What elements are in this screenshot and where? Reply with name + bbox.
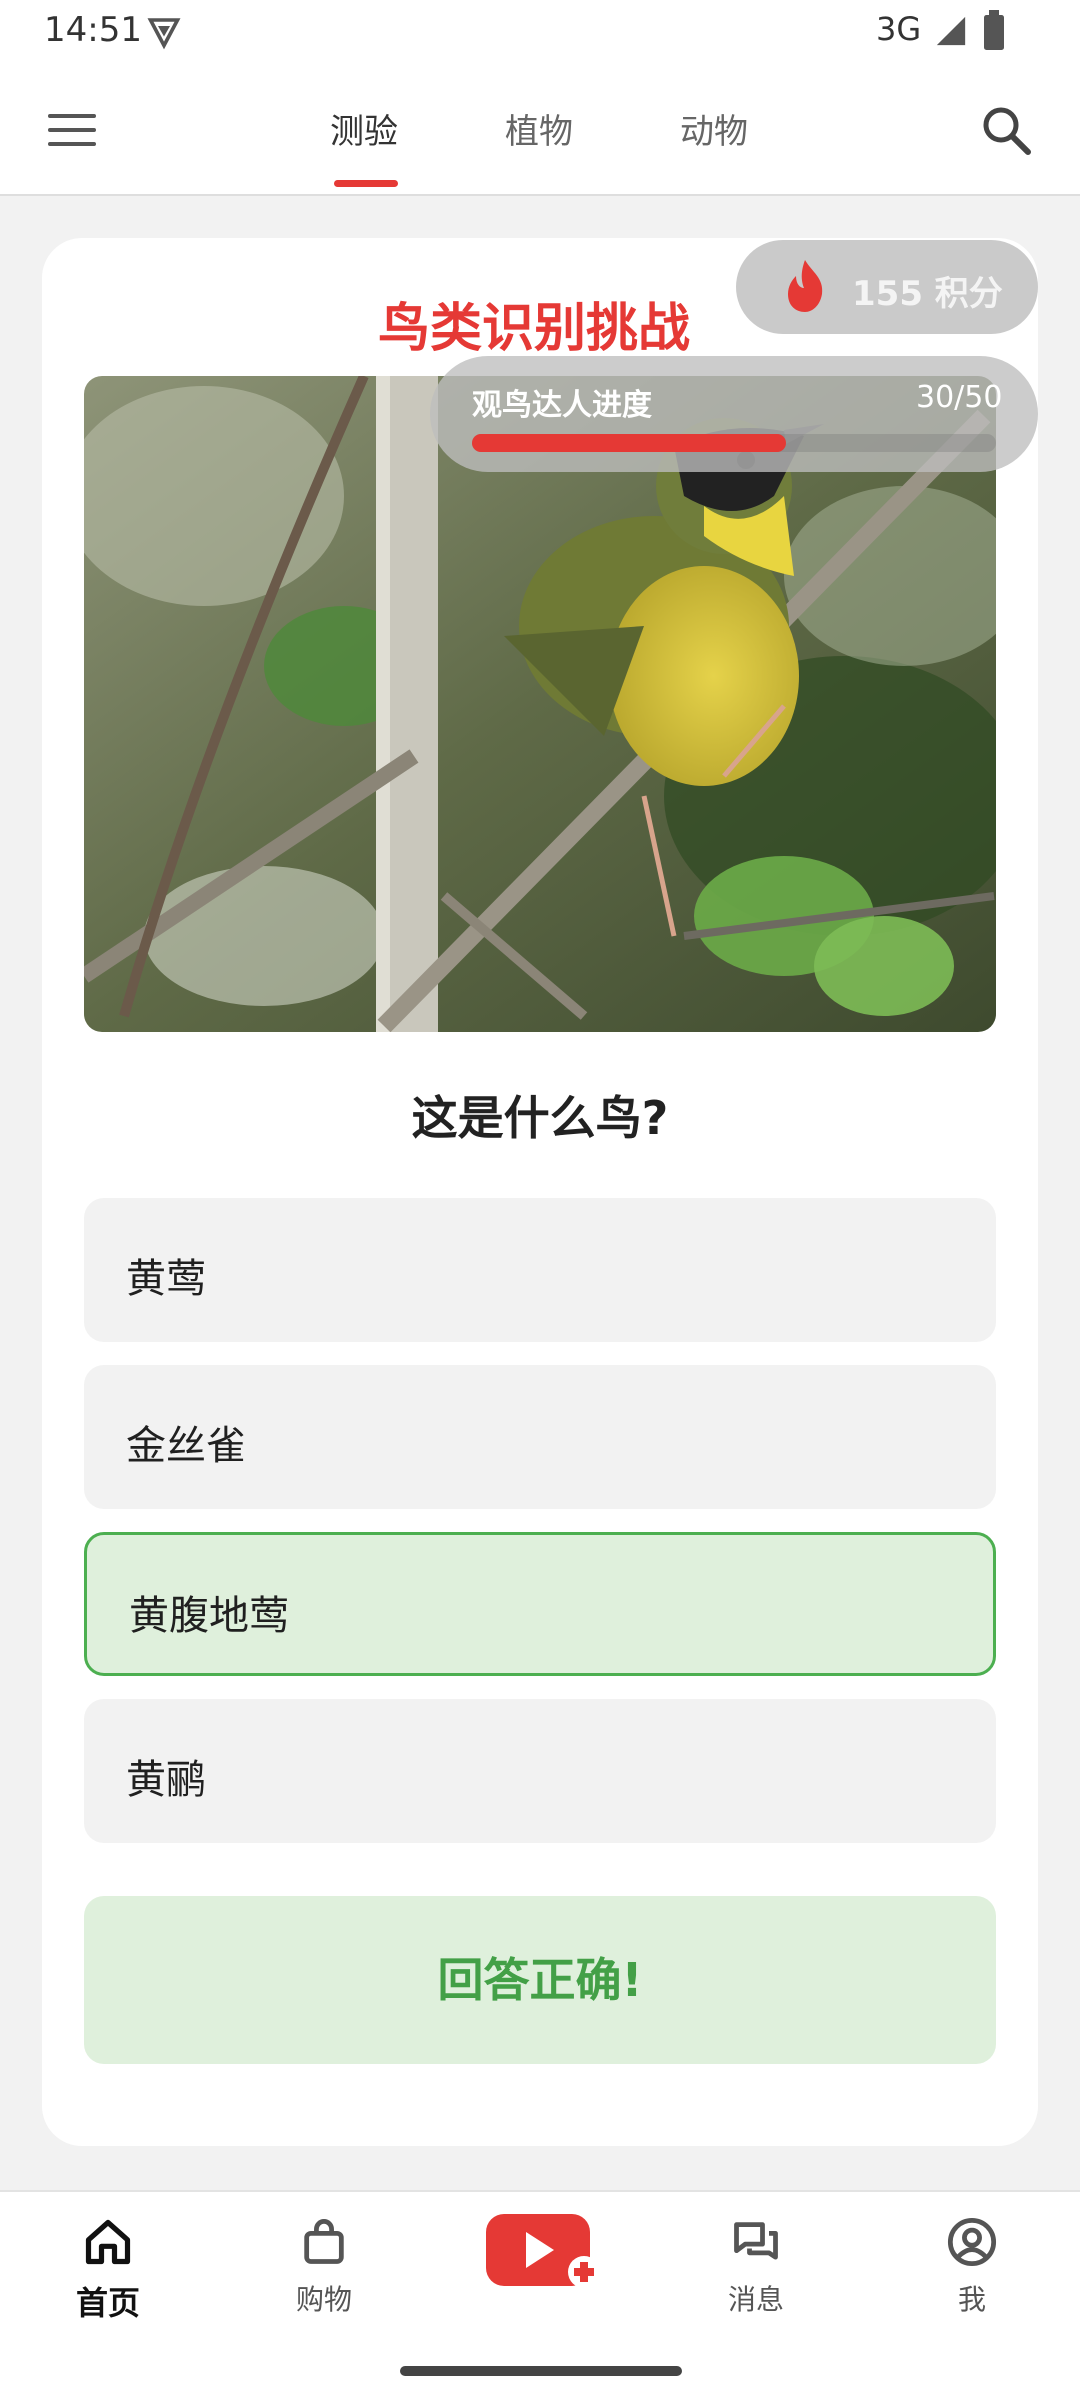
result-banner: 回答正确! bbox=[84, 1896, 996, 2064]
points-value: 155 积分 bbox=[852, 274, 1003, 314]
answer-option[interactable]: 黄莺 bbox=[84, 1198, 996, 1342]
answer-option-label: 黄莺 bbox=[126, 1256, 206, 1302]
home-indicator bbox=[400, 2366, 682, 2376]
active-tab-indicator bbox=[334, 180, 398, 187]
tab-plants[interactable]: 植物 bbox=[505, 104, 573, 153]
answer-option-label: 黄腹地莺 bbox=[129, 1593, 289, 1639]
flame-icon bbox=[788, 260, 823, 312]
question-text: 这是什么鸟? bbox=[411, 1091, 669, 1145]
progress-count: 30/50 bbox=[916, 380, 1003, 415]
tab-animals[interactable]: 动物 bbox=[680, 104, 748, 153]
progress-bar bbox=[472, 434, 996, 452]
nav-shopping[interactable]: 购物 bbox=[264, 2216, 384, 2318]
top-navigation: 测验 植物 动物 bbox=[0, 62, 1080, 196]
answer-option[interactable]: 黄鹂 bbox=[84, 1699, 996, 1843]
messages-icon bbox=[734, 2222, 778, 2260]
vpn-shield-icon bbox=[147, 18, 181, 50]
menu-icon[interactable] bbox=[48, 110, 98, 150]
answer-option-correct[interactable]: 黄腹地莺 bbox=[84, 1532, 996, 1676]
search-icon[interactable] bbox=[980, 104, 1032, 156]
nav-messages-label: 消息 bbox=[727, 2283, 784, 2316]
status-bar: 14:51 3G bbox=[0, 0, 1080, 62]
nav-home[interactable]: 首页 bbox=[48, 2216, 168, 2324]
home-icon bbox=[85, 2219, 131, 2265]
battery-icon bbox=[984, 10, 1004, 50]
tab-quiz[interactable]: 测验 bbox=[330, 104, 398, 153]
create-video-icon bbox=[486, 2214, 600, 2288]
status-time: 14:51 bbox=[44, 10, 142, 50]
network-type: 3G bbox=[876, 10, 922, 48]
profile-icon bbox=[947, 2217, 997, 2267]
shopping-bag-icon bbox=[304, 2219, 344, 2264]
nav-shopping-label: 购物 bbox=[295, 2283, 352, 2316]
nav-messages[interactable]: 消息 bbox=[696, 2216, 816, 2318]
answer-option[interactable]: 金丝雀 bbox=[84, 1365, 996, 1509]
quiz-title: 鸟类识别挑战 bbox=[378, 299, 691, 359]
nav-profile-label: 我 bbox=[957, 2283, 986, 2316]
signal-icon bbox=[936, 16, 966, 46]
nav-profile[interactable]: 我 bbox=[912, 2216, 1032, 2318]
progress-label: 观鸟达人进度 bbox=[472, 388, 652, 423]
create-video-button[interactable] bbox=[480, 2210, 600, 2298]
answer-option-label: 金丝雀 bbox=[126, 1423, 246, 1469]
answer-option-label: 黄鹂 bbox=[126, 1757, 206, 1803]
progress-bar-fill bbox=[472, 434, 787, 452]
nav-home-label: 首页 bbox=[75, 2284, 140, 2322]
bird-photo bbox=[84, 376, 996, 1032]
